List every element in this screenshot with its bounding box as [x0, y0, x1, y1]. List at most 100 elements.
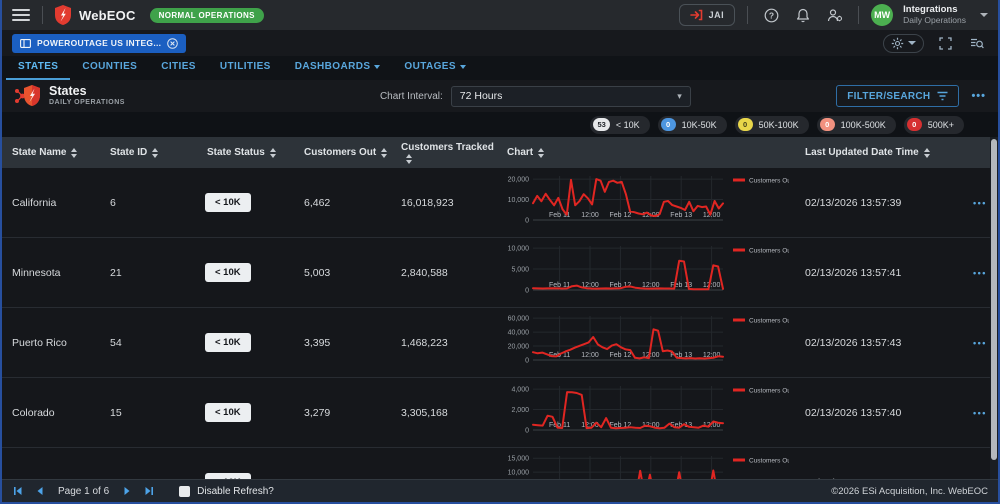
- tab-label: UTILITIES: [220, 61, 271, 72]
- chart-cell: 02,0004,000Feb 1112:00Feb 1212:00Feb 131…: [497, 378, 795, 447]
- disable-refresh-toggle[interactable]: Disable Refresh?: [179, 486, 274, 497]
- customers-out-cell: 5,003: [294, 267, 391, 279]
- chart-interval-label: Chart Interval:: [380, 91, 443, 102]
- column-header-state-id[interactable]: State ID: [100, 146, 197, 159]
- svg-text:Customers Out: Customers Out: [749, 318, 789, 325]
- state-status-cell: < 10K: [197, 473, 294, 479]
- previous-page-button[interactable]: [34, 485, 46, 497]
- first-page-button[interactable]: [12, 485, 24, 497]
- search-records-icon[interactable]: [966, 32, 988, 54]
- legend-pill-50k-100k[interactable]: 050K-100K: [735, 116, 809, 134]
- state-id-cell: 21: [100, 267, 197, 279]
- table-row-puerto-rico[interactable]: Puerto Rico54< 10K3,3951,468,223020,0004…: [2, 308, 998, 378]
- filter-search-button[interactable]: FILTER/SEARCH: [836, 85, 959, 107]
- vertical-scrollbar[interactable]: [990, 137, 998, 479]
- column-header-chart[interactable]: Chart: [497, 146, 795, 159]
- column-header-state-name[interactable]: State Name: [2, 146, 100, 159]
- close-icon[interactable]: [167, 38, 178, 49]
- tab-label: COUNTIES: [82, 61, 137, 72]
- state-id-cell: 20: [100, 477, 197, 480]
- svg-text:12:00: 12:00: [703, 282, 721, 289]
- help-icon[interactable]: ?: [760, 4, 782, 26]
- user-avatar[interactable]: MW: [871, 4, 893, 26]
- chevron-down-icon: [460, 65, 466, 69]
- state-name-cell: Minnesota: [2, 267, 100, 279]
- row-more-button[interactable]: •••: [963, 478, 990, 480]
- jai-button[interactable]: JAI: [679, 4, 736, 26]
- disable-refresh-checkbox[interactable]: [179, 486, 190, 497]
- row-more-button[interactable]: •••: [963, 268, 990, 278]
- state-status-cell: < 10K: [197, 403, 294, 422]
- legend-pill--10k[interactable]: 53< 10K: [590, 116, 649, 134]
- legend-label: 500K+: [928, 120, 954, 130]
- sort-icon: [71, 148, 77, 158]
- column-header-last-updated-date-time[interactable]: Last Updated Date Time: [795, 146, 963, 159]
- state-name-cell: California: [2, 197, 100, 209]
- state-status-cell: < 10K: [197, 193, 294, 212]
- row-more-button[interactable]: •••: [963, 408, 990, 418]
- customers-out-cell: 3,279: [294, 407, 391, 419]
- sort-icon: [270, 148, 276, 158]
- last-page-button[interactable]: [143, 485, 155, 497]
- disable-refresh-label: Disable Refresh?: [197, 486, 274, 497]
- legend-pill-100k-500k[interactable]: 0100K-500K: [817, 116, 896, 134]
- svg-text:12:00: 12:00: [581, 352, 599, 359]
- legend-pill-500k-[interactable]: 0 500K+: [904, 116, 964, 134]
- customers-tracked-cell: 3,305,168: [391, 407, 497, 419]
- user-admin-icon[interactable]: [824, 4, 846, 26]
- tab-counties[interactable]: COUNTIES: [70, 57, 149, 80]
- column-label: Customers Tracked: [401, 141, 494, 154]
- chevron-down-icon: ▾: [677, 91, 682, 102]
- customers-out-chart: 010,00020,000Feb 1112:00Feb 1212:00Feb 1…: [497, 168, 789, 234]
- page-more-button[interactable]: •••: [971, 90, 986, 102]
- tab-dashboards[interactable]: DASHBOARDS: [283, 57, 393, 80]
- column-header-customers-out[interactable]: Customers Out: [294, 146, 391, 159]
- chevron-down-icon: [374, 65, 380, 69]
- row-more-button[interactable]: •••: [963, 198, 990, 208]
- table-row-colorado[interactable]: Colorado15< 10K3,2793,305,16802,0004,000…: [2, 378, 998, 448]
- column-header-state-status[interactable]: State Status: [197, 146, 294, 159]
- page-title: States: [49, 85, 125, 99]
- svg-text:0: 0: [525, 428, 529, 435]
- column-label: Chart: [507, 146, 533, 159]
- legend-count-badge: 0: [661, 118, 676, 131]
- table-row-texas[interactable]: Texas20< 10K2,79315,521,41605,00010,0001…: [2, 448, 998, 479]
- state-id-cell: 54: [100, 337, 197, 349]
- gear-icon: [891, 37, 904, 50]
- table-row-california[interactable]: California6< 10K6,46216,018,923010,00020…: [2, 168, 998, 238]
- scrollbar-thumb[interactable]: [991, 139, 997, 460]
- legend-count-badge: 53: [593, 118, 609, 131]
- notifications-bell-icon[interactable]: [792, 4, 814, 26]
- board-tab-bar: POWEROUTAGE US INTEG...: [2, 30, 998, 56]
- fullscreen-icon[interactable]: [934, 32, 956, 54]
- svg-text:Customers Out: Customers Out: [749, 388, 789, 395]
- board-tab-poweroutage[interactable]: POWEROUTAGE US INTEG...: [12, 34, 186, 53]
- next-page-button[interactable]: [121, 485, 133, 497]
- legend-pill-10k-50k[interactable]: 010K-50K: [658, 116, 727, 134]
- brand: WebEOC NORMAL OPERATIONS: [55, 5, 264, 25]
- legend-count-badge: 0: [907, 118, 922, 131]
- last-updated-cell: 02/13/2026 13:57:39: [795, 197, 963, 209]
- board-settings-button[interactable]: [883, 34, 924, 53]
- hamburger-menu-icon[interactable]: [12, 9, 30, 21]
- row-more-button[interactable]: •••: [963, 338, 990, 348]
- chart-interval-select[interactable]: 72 Hours ▾: [451, 86, 691, 107]
- tab-states[interactable]: STATES: [6, 57, 70, 80]
- page-subtitle: DAILY OPERATIONS: [49, 99, 125, 107]
- chevron-down-icon[interactable]: [980, 13, 988, 17]
- svg-text:20,000: 20,000: [508, 177, 530, 184]
- table-row-minnesota[interactable]: Minnesota21< 10K5,0032,840,58805,00010,0…: [2, 238, 998, 308]
- customers-out-chart: 05,00010,000Feb 1112:00Feb 1212:00Feb 13…: [497, 238, 789, 304]
- customers-tracked-cell: 16,018,923: [391, 197, 497, 209]
- user-info[interactable]: Integrations Daily Operations: [903, 5, 966, 26]
- tab-outages[interactable]: OUTAGES: [392, 57, 478, 80]
- column-header-customers-tracked[interactable]: Customers Tracked: [391, 141, 497, 164]
- tab-label: STATES: [18, 61, 58, 72]
- tab-utilities[interactable]: UTILITIES: [208, 57, 283, 80]
- view-tabs: STATES COUNTIES CITIES UTILITIES DASHBOARDSO…: [2, 56, 998, 80]
- tab-cities[interactable]: CITIES: [149, 57, 208, 80]
- chart-cell: 020,00040,00060,000Feb 1112:00Feb 1212:0…: [497, 308, 795, 377]
- svg-text:Feb 12: Feb 12: [610, 212, 632, 219]
- divider: [747, 6, 748, 24]
- state-name-cell: Puerto Rico: [2, 337, 100, 349]
